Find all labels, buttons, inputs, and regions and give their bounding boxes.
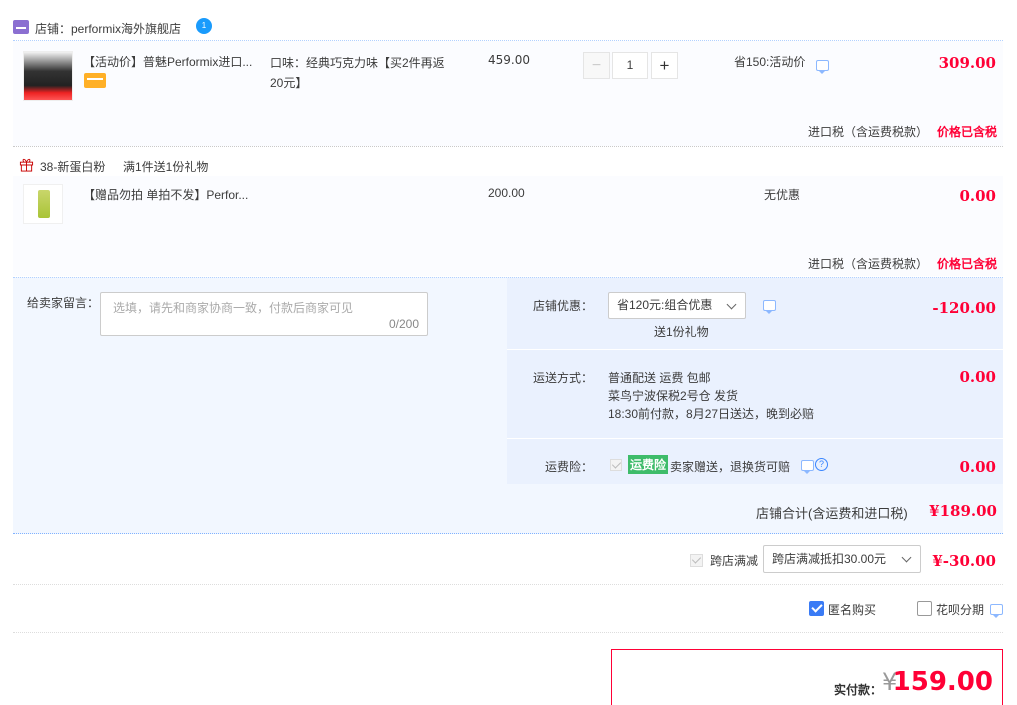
import-tax-label: 进口税（含运费税款） — [808, 257, 929, 271]
quantity-increase-button[interactable]: + — [651, 52, 678, 79]
gift-promo-header: 38-新蛋白粉 满1件送1份礼物 — [13, 146, 1003, 176]
shop-coupon-value: -120.00 — [932, 299, 996, 317]
shipping-method: 普通配送 运费 包邮 — [608, 371, 711, 385]
cross-store-label: 跨店满减 — [710, 554, 759, 568]
item-subtotal: 309.00 — [938, 54, 996, 72]
item-discount: 省150:活动价 — [734, 55, 806, 69]
discount-info-icon[interactable] — [816, 60, 829, 74]
seller-message-placeholder: 选填，请先和商家协商一致，付款后商家可见 — [113, 301, 354, 315]
product-title[interactable]: 【活动价】普魅Performix进口... — [83, 53, 261, 70]
shop-settings-panel: 店铺优惠： 省120元:组合优惠 送1份礼物 -120.00 运送方式： 普通配… — [507, 278, 1003, 484]
cross-store-discount-row: 跨店满减 跨店满减抵扣30.00元 ¥-30.00 — [13, 535, 1003, 585]
shipping-insurance-checkbox[interactable] — [610, 459, 622, 471]
payment-summary: 实付款： ¥ 159.00 — [611, 649, 1003, 705]
unit-price: 459.00 — [488, 53, 530, 67]
shipping-delivery-time: 18:30前付款，8月27日送达，晚到必赔 — [608, 407, 815, 421]
anonymous-purchase-label[interactable]: 匿名购买 — [828, 601, 876, 618]
shipping-insurance-text: 卖家赠送，退换货可赔 — [670, 460, 791, 474]
cross-store-select[interactable]: 跨店满减抵扣30.00元 — [763, 545, 921, 573]
shop-header: 店铺：performix海外旗舰店 1 — [13, 14, 1003, 40]
actual-payment-label: 实付款： — [834, 683, 883, 697]
anonymous-purchase-checkbox[interactable] — [809, 601, 824, 616]
shipping-warehouse: 菜鸟宁波保税2号仓 发货 — [608, 389, 739, 403]
unit-price: 200.00 — [488, 186, 525, 200]
import-tax-value: 价格已含税 — [936, 257, 997, 271]
purchase-options-row: 匿名购买 花呗分期 — [13, 585, 1003, 633]
shop-coupon-label: 店铺优惠： — [533, 299, 594, 313]
insurance-chat-icon[interactable] — [801, 460, 814, 474]
product-sku: 口味：经典巧克力味【买2件再返20元】 — [270, 56, 445, 90]
shipping-insurance-value: 0.00 — [959, 458, 996, 476]
shipping-fee: 0.00 — [959, 368, 996, 386]
shop-coupon-selected: 省120元:组合优惠 — [617, 298, 713, 312]
shipping-label: 运送方式： — [533, 371, 594, 385]
cross-store-selected: 跨店满减抵扣30.00元 — [772, 552, 887, 566]
seller-message-input[interactable]: 选填，请先和商家协商一致，付款后商家可见 0/200 — [100, 292, 428, 336]
huabei-info-icon[interactable] — [990, 604, 1003, 618]
char-counter: 0/200 — [388, 317, 419, 331]
shop-icon — [13, 20, 29, 34]
product-thumbnail[interactable] — [23, 51, 73, 101]
order-options-panel: 给卖家留言： 选填，请先和商家协商一致，付款后商家可见 0/200 店铺优惠： … — [13, 277, 1003, 534]
cross-store-value: ¥-30.00 — [932, 552, 996, 570]
item-subtotal: 0.00 — [959, 187, 996, 205]
item-discount: 无优惠 — [764, 188, 801, 202]
coupon-info-icon[interactable] — [763, 300, 776, 314]
chevron-down-icon — [726, 299, 737, 310]
chevron-down-icon — [901, 552, 912, 563]
credit-card-icon — [84, 73, 106, 88]
divider — [507, 438, 1003, 439]
quantity-decrease-button[interactable]: − — [583, 52, 610, 79]
import-tax-value: 价格已含税 — [936, 125, 997, 139]
shipping-insurance-badge: 运费险 — [628, 455, 669, 474]
huabei-installment-label[interactable]: 花呗分期 — [936, 601, 984, 618]
huabei-installment-checkbox[interactable] — [917, 601, 932, 616]
order-item: 【赠品勿拍 单拍不发】Perfor... 200.00 无优惠 0.00 进口税… — [13, 176, 1003, 276]
order-item: 【活动价】普魅Performix进口... 口味：经典巧克力味【买2件再返20元… — [13, 41, 1003, 146]
gift-icon — [19, 158, 34, 172]
gift-promo-name: 38-新蛋白粉 — [40, 160, 106, 174]
divider — [507, 349, 1003, 350]
import-tax-label: 进口税（含运费税款） — [808, 125, 929, 139]
chat-contact-icon[interactable]: 1 — [196, 18, 212, 34]
product-thumbnail[interactable] — [23, 184, 63, 224]
actual-payment-value: 159.00 — [892, 667, 993, 697]
cross-store-checkbox[interactable] — [690, 554, 703, 567]
product-title[interactable]: 【赠品勿拍 单拍不发】Perfor... — [83, 186, 261, 203]
coupon-gift-text: 送1份礼物 — [654, 325, 709, 339]
shop-coupon-select[interactable]: 省120元:组合优惠 — [608, 292, 746, 319]
shipping-insurance-label: 运费险： — [545, 460, 594, 474]
shop-total-label: 店铺合计(含运费和进口税) — [756, 506, 908, 521]
help-icon[interactable]: ? — [815, 458, 828, 471]
shop-total-value: ¥189.00 — [929, 502, 997, 520]
shop-name[interactable]: 店铺：performix海外旗舰店 — [35, 20, 181, 37]
gift-promo-rule: 满1件送1份礼物 — [123, 160, 209, 174]
seller-message-label: 给卖家留言： — [27, 296, 100, 310]
quantity-input[interactable]: 1 — [612, 52, 648, 79]
